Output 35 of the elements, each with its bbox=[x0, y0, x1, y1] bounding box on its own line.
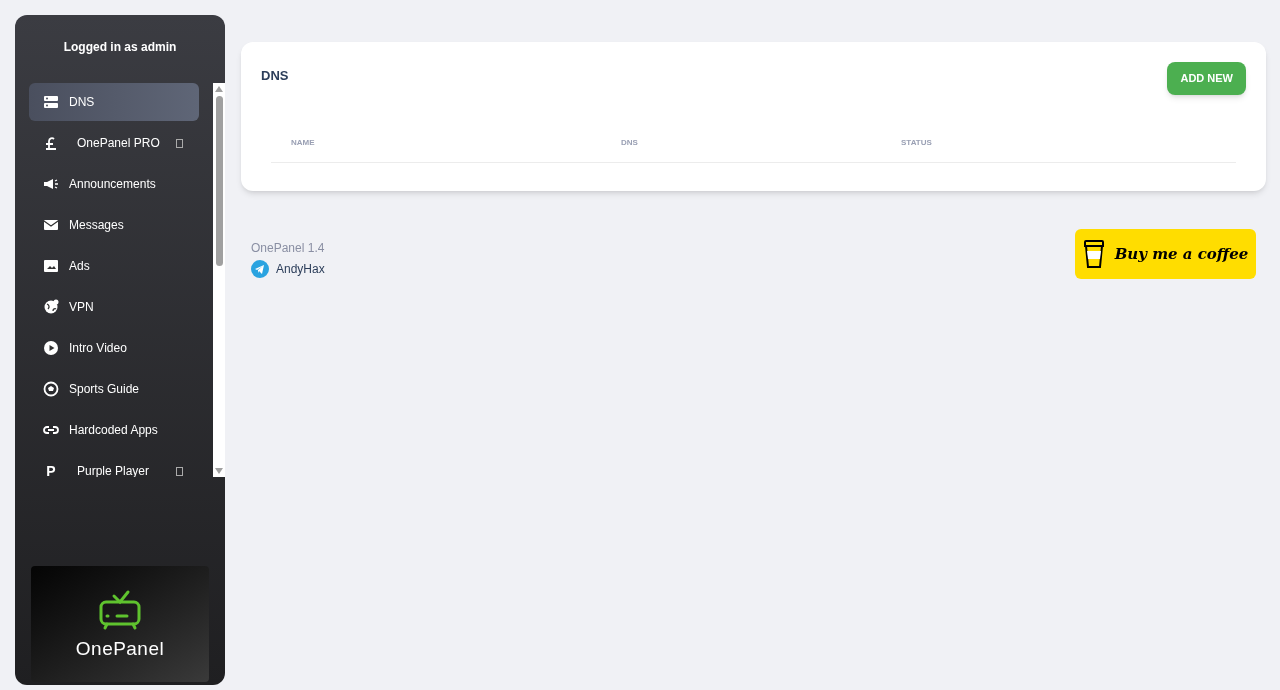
image-icon bbox=[43, 258, 59, 274]
sidebar-item[interactable]: Hardcoded Apps bbox=[29, 411, 199, 449]
server-icon bbox=[43, 94, 59, 110]
column-header: NAME bbox=[291, 136, 316, 149]
paper-plane-icon bbox=[251, 260, 269, 278]
sidebar-item[interactable]: OnePanel PRO bbox=[29, 124, 199, 162]
user-label: Logged in as admin bbox=[63, 39, 177, 56]
buy-coffee-button[interactable]: Buy me a coffee bbox=[1075, 229, 1256, 279]
sidebar-item[interactable]: Intro Video bbox=[29, 329, 199, 367]
sidebar-item[interactable]: Announcements bbox=[29, 165, 199, 203]
sidebar-item[interactable]: Ads bbox=[29, 247, 199, 285]
globe-icon bbox=[43, 299, 59, 315]
megaphone-icon bbox=[43, 176, 59, 192]
version-text: OnePanel 1.4 bbox=[251, 240, 325, 257]
column-header: DNS bbox=[621, 136, 639, 149]
author-link[interactable]: AndyHax bbox=[251, 260, 325, 278]
column-header: STATUS bbox=[901, 136, 933, 149]
mail-icon bbox=[43, 217, 59, 233]
expand-icon bbox=[176, 138, 183, 148]
logo-text: OnePanel bbox=[75, 636, 165, 661]
sidebar-item[interactable]: VPN bbox=[29, 288, 199, 326]
sidebar-item[interactable]: DNS bbox=[29, 83, 199, 121]
scroll-up-icon[interactable] bbox=[215, 86, 223, 92]
expand-icon bbox=[176, 466, 183, 476]
play-icon bbox=[43, 340, 59, 356]
sidebar-item[interactable]: Sports Guide bbox=[29, 370, 199, 408]
sidebar-item[interactable]: Messages bbox=[29, 206, 199, 244]
letter-icon: P bbox=[43, 460, 59, 477]
scrollbar[interactable] bbox=[213, 83, 225, 477]
pound-icon bbox=[43, 135, 59, 151]
scroll-down-icon[interactable] bbox=[215, 468, 223, 474]
sidebar-item[interactable]: P Purple Player bbox=[29, 452, 199, 477]
card-title: DNS bbox=[261, 67, 289, 85]
ball-icon bbox=[43, 381, 59, 397]
coffee-cup-icon bbox=[1082, 239, 1105, 269]
